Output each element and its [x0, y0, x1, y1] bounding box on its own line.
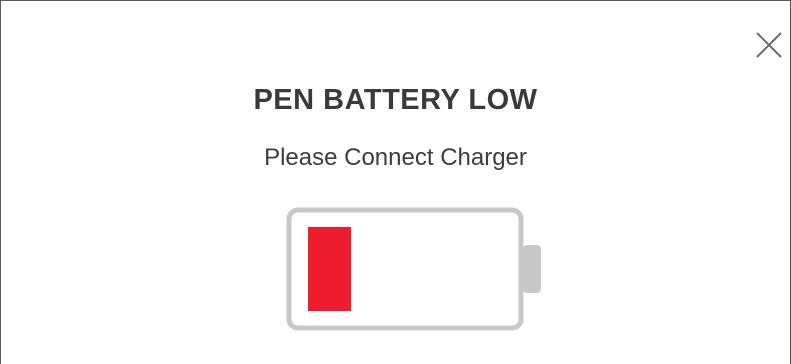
- close-icon: [756, 32, 782, 58]
- battery-alert-dialog: PEN BATTERY LOW Please Connect Charger: [0, 0, 791, 364]
- dialog-message: Please Connect Charger: [264, 144, 527, 171]
- battery-level-fill: [308, 227, 352, 311]
- battery-low-icon: [286, 207, 546, 331]
- dialog-title: PEN BATTERY LOW: [253, 84, 538, 116]
- close-button[interactable]: [753, 29, 785, 61]
- battery-terminal: [523, 245, 541, 293]
